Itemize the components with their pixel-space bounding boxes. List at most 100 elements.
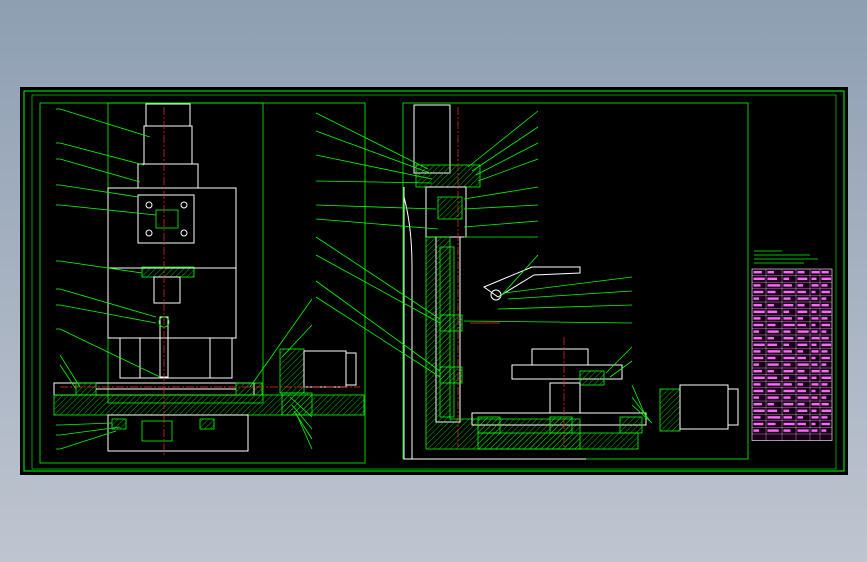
parts-table-cell-text <box>753 317 761 320</box>
parts-table-cell-text <box>783 330 791 333</box>
parts-table-cell-text <box>767 317 781 320</box>
parts-table-cell-text <box>783 337 794 340</box>
parts-table-cell-text <box>811 317 819 320</box>
parts-table-cell-text <box>821 363 827 366</box>
parts-table-cell-text <box>811 343 817 346</box>
parts-table-cell-text <box>767 277 778 280</box>
parts-table-cell-text <box>811 304 820 307</box>
parts-table-cell-text <box>797 310 808 313</box>
parts-table-cell-text <box>783 297 791 300</box>
parts-table-cell-text <box>783 429 791 432</box>
parts-table-cell-text <box>811 383 819 386</box>
parts-table-cell-text <box>821 389 830 393</box>
parts-table-cell-text <box>753 422 764 426</box>
parts-table-cell-text <box>797 416 804 419</box>
parts-table-cell-text <box>797 396 809 399</box>
parts-table-cell-text <box>753 277 765 280</box>
parts-table-cell-text <box>783 277 790 280</box>
cad-drawing <box>23 90 845 472</box>
parts-table-cell-text <box>783 396 791 399</box>
parts-table-cell-text <box>797 403 805 406</box>
side-handle <box>482 266 581 298</box>
parts-table-cell-text <box>767 376 778 379</box>
parts-table-cell-text <box>783 356 795 360</box>
parts-table-cell-text <box>797 304 805 307</box>
parts-table-cell-text <box>767 363 779 366</box>
parts-table-cell-text <box>753 396 760 399</box>
parts-table-cell-text <box>821 310 832 313</box>
parts-table-cell-text <box>753 416 761 419</box>
parts-table-cell-text <box>821 330 827 333</box>
parts-table-cell-text <box>811 297 818 300</box>
parts-table-cell-text <box>753 290 764 294</box>
parts-table-cell-text <box>821 356 830 360</box>
parts-table-cell-text <box>783 376 790 379</box>
parts-table-cell-text <box>797 370 805 373</box>
parts-table-cell-text <box>797 284 804 287</box>
x-base <box>53 394 365 416</box>
parts-table-cell-text <box>767 396 779 399</box>
parts-table-cell-text <box>797 323 806 327</box>
parts-table-cell-text <box>753 370 762 373</box>
parts-table-cell-text <box>811 403 820 406</box>
parts-table-cell-text <box>767 383 781 386</box>
parts-table-cell-text <box>767 370 774 373</box>
parts-table-cell-text <box>821 297 827 300</box>
parts-table-cell-text <box>767 409 778 412</box>
top-motor-cap <box>145 103 191 127</box>
parts-table-cell-text <box>753 297 760 300</box>
y-motor <box>679 384 729 430</box>
parts-table-cell-text <box>783 284 792 287</box>
parts-table-cell-text <box>797 363 809 366</box>
parts-table-cell-text <box>753 356 764 360</box>
parts-table-cell-text <box>753 363 760 366</box>
parts-table-cell-text <box>821 396 827 399</box>
parts-table-cell-text <box>797 330 809 333</box>
parts-table-cell-text <box>797 429 809 432</box>
parts-table-cell-text <box>767 416 781 419</box>
parts-table-cell-text <box>821 317 828 320</box>
parts-table-cell-text <box>821 290 830 294</box>
parts-table-cell-text <box>783 409 790 412</box>
parts-table-cell-text <box>753 350 761 353</box>
side-view <box>315 102 749 460</box>
parts-table-cell-text <box>821 277 832 280</box>
drawing-sheet <box>20 87 848 475</box>
parts-table-cell-text <box>767 356 776 360</box>
parts-table-cell-text <box>767 297 779 300</box>
parts-table-cell-text <box>821 422 830 426</box>
parts-table-cell-text <box>811 429 818 432</box>
parts-table-cell-text <box>767 389 776 393</box>
parts-table-cell-text <box>821 376 832 379</box>
parts-table-cell-text <box>783 323 795 327</box>
parts-table-cell-text <box>821 416 828 419</box>
parts-table-cell-text <box>811 356 816 360</box>
parts-table-cell-text <box>753 409 765 412</box>
parts-table-cell-text <box>783 383 792 386</box>
parts-table-cell-text <box>797 290 806 294</box>
parts-table-cell-text <box>811 376 817 379</box>
parts-table-cell-text <box>821 323 830 327</box>
parts-table-cell-text <box>797 271 805 274</box>
parts-table-cell-text <box>811 330 818 333</box>
parts-table-cell-text <box>797 356 806 360</box>
parts-table-cell-text <box>821 343 832 346</box>
parts-table-cell-text <box>811 389 816 393</box>
parts-table-cell-text <box>783 317 792 320</box>
parts-table-cell-text <box>811 271 820 274</box>
parts-table-cell-text <box>797 422 806 426</box>
parts-table-cell-text <box>753 304 762 307</box>
x-motor <box>303 350 347 388</box>
parts-table-cell-text <box>753 337 762 340</box>
parts-table-cell-text <box>821 304 829 307</box>
parts-table-cell-text <box>783 403 794 406</box>
parts-table-cell-text <box>797 343 808 346</box>
parts-table-cell-text <box>811 310 817 313</box>
side-coupling <box>415 164 481 188</box>
parts-table-cell-text <box>797 337 805 340</box>
parts-table-cell-text <box>783 310 790 313</box>
parts-table-cell-text <box>783 416 792 419</box>
parts-table-cell-text <box>821 284 828 287</box>
parts-table-cell-text <box>767 429 779 432</box>
parts-table-cell-text <box>811 370 820 373</box>
